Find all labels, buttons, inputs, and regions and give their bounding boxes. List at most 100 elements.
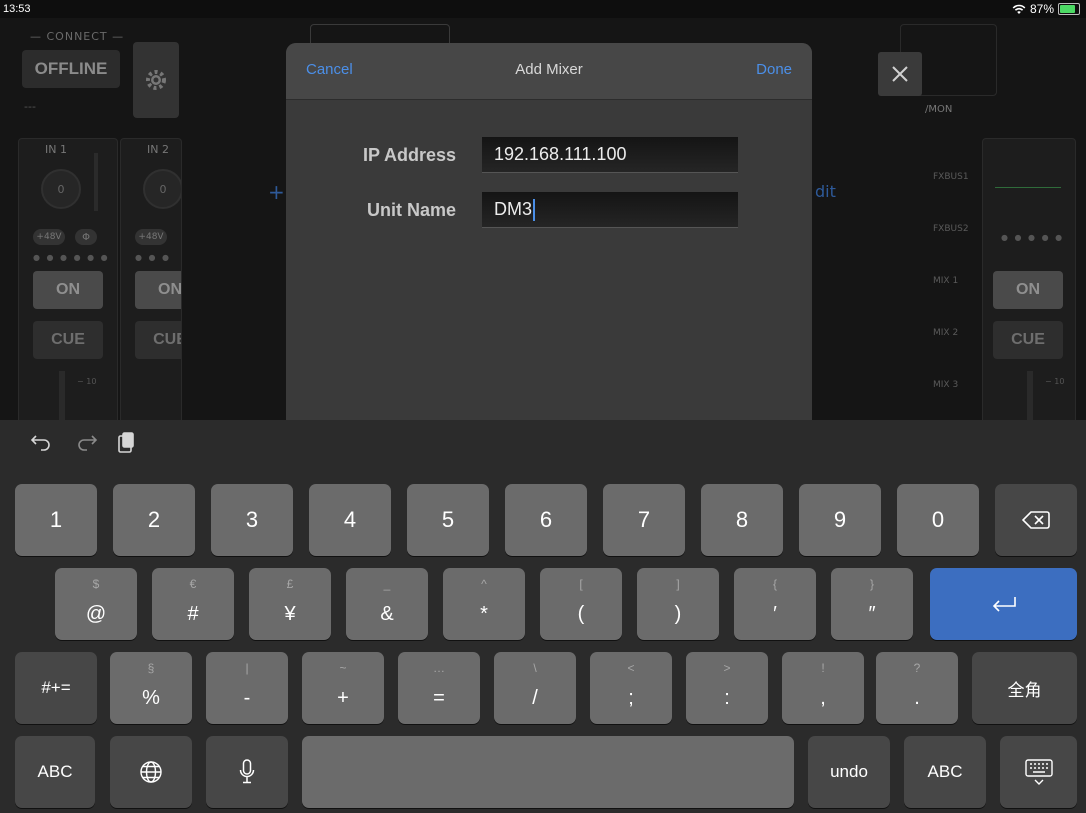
channel-strip: IN 2 0 +48V ● ● ● ON CUE (120, 138, 182, 430)
key-yen[interactable]: £ ¥ (249, 568, 331, 640)
key-quote[interactable]: } ″ (831, 568, 913, 640)
key-hash[interactable]: € # (152, 568, 234, 640)
key-alt-char: ! (821, 661, 825, 675)
phantom-button[interactable]: +48V (33, 229, 65, 245)
redo-icon[interactable] (76, 432, 98, 452)
key-period[interactable]: ?. (876, 652, 958, 724)
offline-button[interactable]: OFFLINE (22, 50, 120, 88)
key-main-char: - (243, 686, 251, 709)
key-alt-char: > (723, 661, 731, 675)
channel-fader[interactable] (59, 371, 65, 427)
key-main-char: # (187, 602, 199, 625)
key-5[interactable]: 5 (407, 484, 489, 556)
key-semicolon[interactable]: <; (590, 652, 672, 724)
key-alt-char: ^ (481, 577, 487, 591)
phantom-button[interactable]: +48V (135, 229, 167, 245)
text-cursor (533, 198, 536, 221)
channel-on-button[interactable]: ON (33, 271, 103, 309)
key-alt-char: £ (286, 577, 294, 591)
add-icon[interactable]: + (268, 180, 285, 204)
key-equals[interactable]: … = (398, 652, 480, 724)
key-comma[interactable]: !, (782, 652, 864, 724)
key-9[interactable]: 9 (799, 484, 881, 556)
onscreen-keyboard: 1 2 3 4 5 6 7 8 9 0 $ @ € # £ ¥ _ & ^ * [( ])… (0, 420, 1086, 813)
channel-strip: IN 1 0 +48V Φ ● ● ● ● ● ● ON CUE − 10 (18, 138, 118, 430)
close-button[interactable] (878, 52, 922, 96)
key-ampersand[interactable]: _ & (346, 568, 428, 640)
key-alt-char: ~ (339, 661, 347, 675)
key-3[interactable]: 3 (211, 484, 293, 556)
undo-icon[interactable] (30, 432, 52, 452)
zenkaku-key[interactable]: 全角 (972, 652, 1077, 724)
close-icon (892, 66, 908, 82)
key-alt-char: _ (383, 577, 391, 591)
key-asterisk[interactable]: ^ * (443, 568, 525, 640)
dictation-key[interactable] (206, 736, 288, 808)
channel-on-button[interactable]: ON (135, 271, 181, 309)
gain-knob[interactable]: 0 (143, 169, 181, 209)
key-0[interactable]: 0 (897, 484, 979, 556)
key-percent[interactable]: §% (110, 652, 192, 724)
key-alt-char: } (869, 577, 874, 591)
dismiss-keyboard-key[interactable] (1000, 736, 1077, 808)
channel-cue-button[interactable]: CUE (33, 321, 103, 359)
battery-icon (1058, 3, 1080, 15)
key-main-char: ) (674, 602, 682, 625)
abc-key-left[interactable]: ABC (15, 736, 95, 808)
master-cue-button[interactable]: CUE (993, 321, 1063, 359)
key-main-char: = (433, 686, 445, 709)
connection-info: --- (24, 100, 36, 113)
globe-key[interactable] (110, 736, 192, 808)
key-alt-char: $ (92, 577, 100, 591)
ip-address-input[interactable]: 192.168.111.100 (482, 137, 738, 173)
channel-cue-button[interactable]: CUE (135, 321, 181, 359)
key-at[interactable]: $ @ (55, 568, 137, 640)
key-2[interactable]: 2 (113, 484, 195, 556)
undo-key[interactable]: undo (808, 736, 890, 808)
abc-key-right[interactable]: ABC (904, 736, 986, 808)
key-4[interactable]: 4 (309, 484, 391, 556)
return-key[interactable] (930, 568, 1077, 640)
phase-button[interactable]: Φ (75, 229, 97, 245)
key-1[interactable]: 1 (15, 484, 97, 556)
unit-name-label: Unit Name (366, 200, 456, 220)
gain-knob[interactable]: 0 (41, 169, 81, 209)
wifi-icon (1012, 4, 1026, 14)
key-paren-open[interactable]: [( (540, 568, 622, 640)
key-hyphen[interactable]: | - (206, 652, 288, 724)
led-dots: ● ● ● ● ● (1001, 233, 1065, 242)
key-alt-char: | (245, 661, 249, 675)
master-on-button[interactable]: ON (993, 271, 1063, 309)
paste-icon[interactable] (116, 432, 136, 454)
key-main-char: / (532, 686, 538, 709)
key-alt-char: ] (676, 577, 680, 591)
master-fader[interactable] (1027, 371, 1033, 427)
space-key[interactable] (302, 736, 794, 808)
edit-link[interactable]: dit (815, 182, 836, 201)
key-7[interactable]: 7 (603, 484, 685, 556)
battery-percent: 87% (1029, 2, 1054, 16)
key-paren-close[interactable]: ]) (637, 568, 719, 640)
key-plus[interactable]: ~ + (302, 652, 384, 724)
delete-key[interactable] (995, 484, 1077, 556)
key-colon[interactable]: >: (686, 652, 768, 724)
channel-name: IN 1 (45, 143, 67, 156)
led-dots: ● ● ● (135, 253, 172, 262)
dialog-title: Add Mixer (515, 61, 583, 78)
key-8[interactable]: 8 (701, 484, 783, 556)
settings-button[interactable] (133, 42, 179, 118)
status-bar: 13:53 87% (0, 0, 1086, 20)
unit-name-input[interactable]: DM3 (482, 192, 738, 228)
microphone-icon (239, 759, 255, 784)
backspace-icon (1022, 511, 1050, 529)
led-dots: ● ● ● ● ● ● (33, 253, 110, 262)
bus-list: FXBUS1 FXBUS2 MIX 1 MIX 2 MIX 3 (925, 138, 977, 428)
key-apostrophe[interactable]: {′ (734, 568, 816, 640)
key-6[interactable]: 6 (505, 484, 587, 556)
symbols-key[interactable]: #+= (15, 652, 97, 724)
key-alt-char: \ (533, 661, 537, 675)
key-main-char: ( (577, 602, 585, 625)
ip-address-label: IP Address (362, 145, 456, 165)
key-slash[interactable]: \ / (494, 652, 576, 724)
done-button[interactable]: Done (756, 61, 792, 78)
